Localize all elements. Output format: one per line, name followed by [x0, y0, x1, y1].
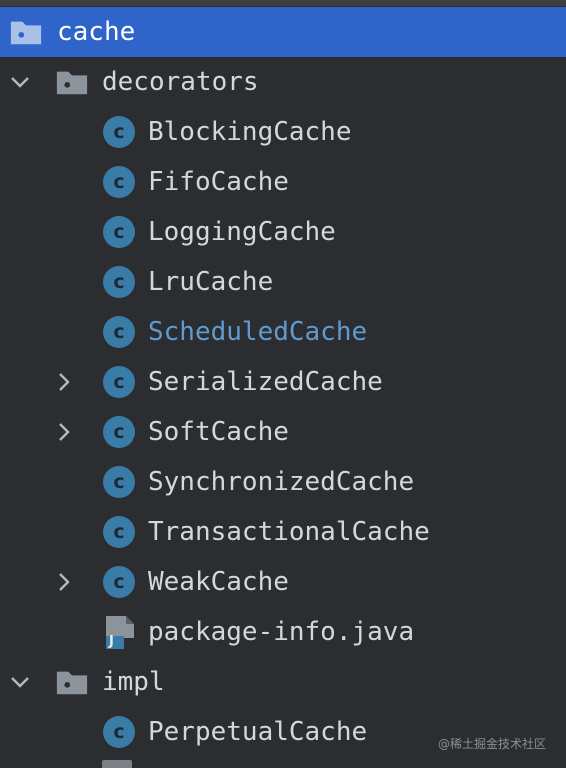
class-icon: c	[102, 115, 136, 149]
class-icon: c	[102, 215, 136, 249]
tree-node-class[interactable]: c FifoCache	[0, 157, 566, 207]
tree-node-class[interactable]: c TransactionalCache	[0, 507, 566, 557]
tree-node-label: impl	[102, 667, 165, 697]
tree-node-label: LoggingCache	[148, 217, 336, 247]
tree-node-class[interactable]: c SoftCache	[0, 407, 566, 457]
tree-node-java-file[interactable]: J package-info.java	[0, 607, 566, 657]
tree-node-label: cache	[57, 17, 136, 47]
chevron-right-icon[interactable]	[52, 420, 76, 444]
watermark: @稀土掘金技术社区	[437, 737, 546, 751]
folder-icon	[55, 65, 89, 99]
tree-node-label: decorators	[102, 67, 259, 97]
tree-node-class[interactable]: c LruCache	[0, 257, 566, 307]
class-icon: c	[102, 515, 136, 549]
tree-node-class[interactable]: c BlockingCache	[0, 107, 566, 157]
tree-node-label: ScheduledCache	[148, 317, 368, 347]
class-icon: c	[102, 265, 136, 299]
tree-node-label: LruCache	[148, 267, 274, 297]
tree-node-label: SerializedCache	[148, 367, 383, 397]
folder-icon	[55, 665, 89, 699]
tree-node-label: package-info.java	[148, 617, 415, 647]
tree-node-label: TransactionalCache	[148, 517, 430, 547]
java-file-icon: J	[102, 615, 136, 649]
tree-node-class[interactable]: c SynchronizedCache	[0, 457, 566, 507]
class-icon: c	[102, 415, 136, 449]
tree-node-class[interactable]: c LoggingCache	[0, 207, 566, 257]
java-file-letter: J	[109, 634, 114, 649]
class-icon: c	[102, 165, 136, 199]
tree-node-label: SynchronizedCache	[148, 467, 415, 497]
chevron-right-icon[interactable]	[52, 570, 76, 594]
chevron-right-icon[interactable]	[52, 370, 76, 394]
top-strip	[0, 0, 566, 6]
class-icon: c	[102, 315, 136, 349]
tree-node-class[interactable]: c ScheduledCache	[0, 307, 566, 357]
tree-node-label: BlockingCache	[148, 117, 352, 147]
class-icon: c	[102, 465, 136, 499]
partial-next-item-icon	[102, 760, 132, 768]
tree-node-label: PerpetualCache	[148, 717, 368, 747]
tree-node-label: WeakCache	[148, 567, 289, 597]
chevron-down-icon[interactable]	[8, 670, 32, 694]
tree-node-label: SoftCache	[148, 417, 289, 447]
tree-node-class[interactable]: c WeakCache	[0, 557, 566, 607]
tree-node-label: FifoCache	[148, 167, 289, 197]
tree-node-decorators[interactable]: decorators	[0, 57, 566, 107]
chevron-down-icon[interactable]	[8, 70, 32, 94]
tree-node-cache[interactable]: cache	[0, 7, 566, 57]
folder-icon	[9, 15, 43, 49]
class-icon: c	[102, 365, 136, 399]
class-icon: c	[102, 565, 136, 599]
tree-node-impl[interactable]: impl	[0, 657, 566, 707]
class-icon: c	[102, 715, 136, 749]
tree-node-class[interactable]: c SerializedCache	[0, 357, 566, 407]
